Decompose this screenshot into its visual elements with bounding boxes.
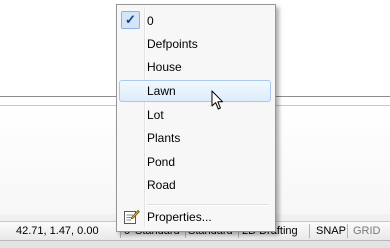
menu-item-label: 0 (147, 14, 154, 28)
coordinates-readout: 42.71, 1.47, 0.00 (16, 225, 99, 237)
menu-item-label: Defpoints (147, 37, 198, 51)
menu-item-label: House (147, 60, 182, 74)
menu-item-layer-plants[interactable]: Plants (119, 127, 271, 149)
menu-item-layer-defpoints[interactable]: Defpoints (119, 33, 271, 55)
layer-dropdown-menu: ✓ 0 Defpoints House Lawn Lot Plants Pond… (116, 4, 276, 232)
menu-item-label: Road (147, 178, 176, 192)
menu-item-layer-0[interactable]: ✓ 0 (119, 10, 271, 32)
menu-item-label: Plants (147, 131, 181, 145)
menu-item-label: Lot (147, 108, 164, 122)
menu-item-layer-lawn[interactable]: Lawn (119, 80, 271, 102)
menu-item-layer-lot[interactable]: Lot (119, 104, 271, 126)
grid-toggle[interactable]: GRID (353, 222, 386, 240)
menu-item-layer-pond[interactable]: Pond (119, 151, 271, 173)
menu-item-layer-house[interactable]: House (119, 56, 271, 78)
properties-icon (124, 209, 140, 224)
menu-item-label: Pond (147, 155, 176, 169)
menu-item-label: Properties... (147, 210, 212, 224)
menu-item-layer-road[interactable]: Road (119, 174, 271, 196)
status-separator (309, 224, 310, 238)
mouse-cursor-icon (211, 90, 224, 110)
menu-item-label: Lawn (147, 84, 176, 98)
checkmark-icon: ✓ (121, 11, 140, 29)
status-separator (347, 224, 348, 238)
menu-item-properties[interactable]: Properties... (119, 206, 271, 228)
snap-toggle[interactable]: SNAP (316, 222, 346, 240)
